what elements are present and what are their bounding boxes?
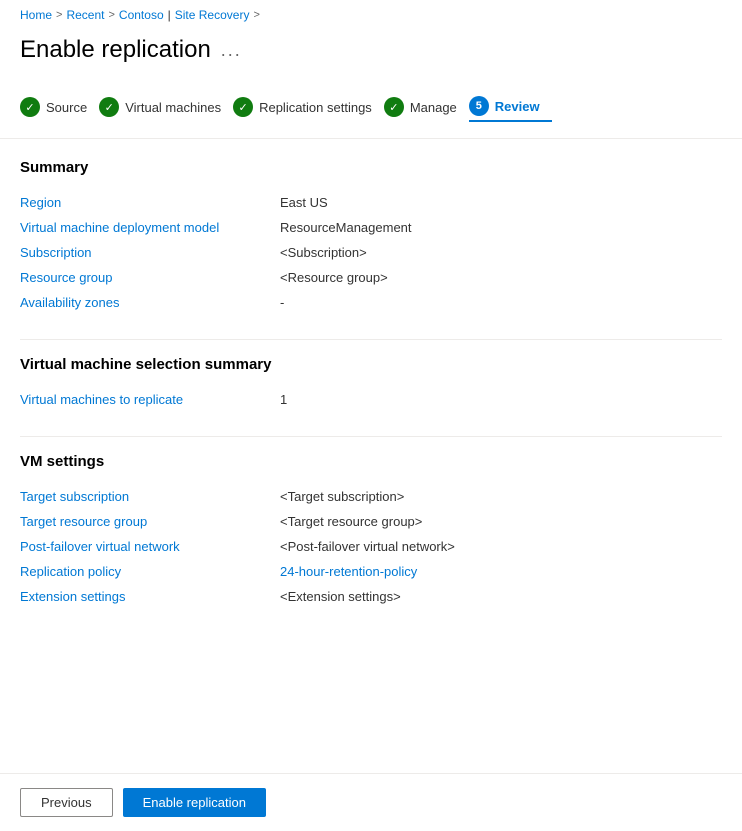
vm-settings-label-target-rg[interactable]: Target resource group xyxy=(20,509,280,534)
step-vms-label: Virtual machines xyxy=(125,100,221,115)
step-virtual-machines[interactable]: ✓ Virtual machines xyxy=(99,93,233,121)
summary-label-subscription[interactable]: Subscription xyxy=(20,240,280,265)
step-review[interactable]: 5 Review xyxy=(469,92,552,122)
vm-settings-value-target-sub: <Target subscription> xyxy=(280,484,722,509)
vm-selection-section: Virtual machine selection summary Virtua… xyxy=(20,356,722,412)
page-title-bar: Enable replication ... xyxy=(0,30,742,80)
summary-value-availability-zones: - xyxy=(280,290,722,315)
vm-settings-value-rep-policy[interactable]: 24-hour-retention-policy xyxy=(280,559,722,584)
step-manage[interactable]: ✓ Manage xyxy=(384,93,469,121)
summary-table: Region East US Virtual machine deploymen… xyxy=(20,190,722,315)
vm-selection-label-count[interactable]: Virtual machines to replicate xyxy=(20,387,280,412)
divider-1 xyxy=(20,339,722,340)
summary-label-region[interactable]: Region xyxy=(20,190,280,215)
vm-settings-label-target-sub[interactable]: Target subscription xyxy=(20,484,280,509)
breadcrumb-sep-3: > xyxy=(253,9,259,21)
step-source[interactable]: ✓ Source xyxy=(20,93,99,121)
vm-settings-value-target-rg: <Target resource group> xyxy=(280,509,722,534)
vm-selection-table: Virtual machines to replicate 1 xyxy=(20,387,722,412)
step-source-label: Source xyxy=(46,100,87,115)
step-source-check-icon: ✓ xyxy=(20,97,40,117)
breadcrumb-sep-2: > xyxy=(108,9,114,21)
vm-selection-header: Virtual machine selection summary xyxy=(20,356,722,373)
vm-settings-header: VM settings xyxy=(20,453,722,470)
step-review-label: Review xyxy=(495,99,540,114)
step-rep-settings-label: Replication settings xyxy=(259,100,372,115)
vm-settings-section: VM settings Target subscription <Target … xyxy=(20,453,722,609)
summary-value-deployment-model: ResourceManagement xyxy=(280,215,722,240)
summary-value-subscription: <Subscription> xyxy=(280,240,722,265)
content-area: Summary Region East US Virtual machine d… xyxy=(0,159,742,723)
bottom-bar: Previous Enable replication xyxy=(0,773,742,831)
step-manage-label: Manage xyxy=(410,100,457,115)
enable-replication-button[interactable]: Enable replication xyxy=(123,788,266,817)
page-title: Enable replication xyxy=(20,36,211,64)
vm-settings-value-ext-settings: <Extension settings> xyxy=(280,584,722,609)
breadcrumb-pipe: | xyxy=(168,8,171,22)
summary-label-deployment-model[interactable]: Virtual machine deployment model xyxy=(20,215,280,240)
page-title-menu-icon[interactable]: ... xyxy=(221,40,242,61)
vm-settings-label-vnet[interactable]: Post-failover virtual network xyxy=(20,534,280,559)
breadcrumb-home[interactable]: Home xyxy=(20,8,52,22)
summary-value-region: East US xyxy=(280,190,722,215)
wizard-steps: ✓ Source ✓ Virtual machines ✓ Replicatio… xyxy=(0,80,742,139)
breadcrumb-sep-1: > xyxy=(56,9,62,21)
vm-settings-label-rep-policy[interactable]: Replication policy xyxy=(20,559,280,584)
summary-section: Summary Region East US Virtual machine d… xyxy=(20,159,722,315)
step-vms-check-icon: ✓ xyxy=(99,97,119,117)
summary-label-resource-group[interactable]: Resource group xyxy=(20,265,280,290)
content-sections: Summary Region East US Virtual machine d… xyxy=(20,159,722,703)
step-replication-settings[interactable]: ✓ Replication settings xyxy=(233,93,384,121)
step-review-number-icon: 5 xyxy=(469,96,489,116)
breadcrumb-recent[interactable]: Recent xyxy=(66,8,104,22)
summary-value-resource-group: <Resource group> xyxy=(280,265,722,290)
previous-button[interactable]: Previous xyxy=(20,788,113,817)
breadcrumb: Home > Recent > Contoso | Site Recovery … xyxy=(0,0,742,30)
divider-2 xyxy=(20,436,722,437)
vm-selection-value-count: 1 xyxy=(280,387,722,412)
step-manage-check-icon: ✓ xyxy=(384,97,404,117)
breadcrumb-contoso[interactable]: Contoso xyxy=(119,8,164,22)
step-rep-settings-check-icon: ✓ xyxy=(233,97,253,117)
summary-header: Summary xyxy=(20,159,722,176)
vm-settings-label-ext-settings[interactable]: Extension settings xyxy=(20,584,280,609)
summary-label-availability-zones[interactable]: Availability zones xyxy=(20,290,280,315)
vm-settings-value-vnet: <Post-failover virtual network> xyxy=(280,534,722,559)
breadcrumb-site-recovery[interactable]: Site Recovery xyxy=(175,8,250,22)
vm-settings-table: Target subscription <Target subscription… xyxy=(20,484,722,609)
